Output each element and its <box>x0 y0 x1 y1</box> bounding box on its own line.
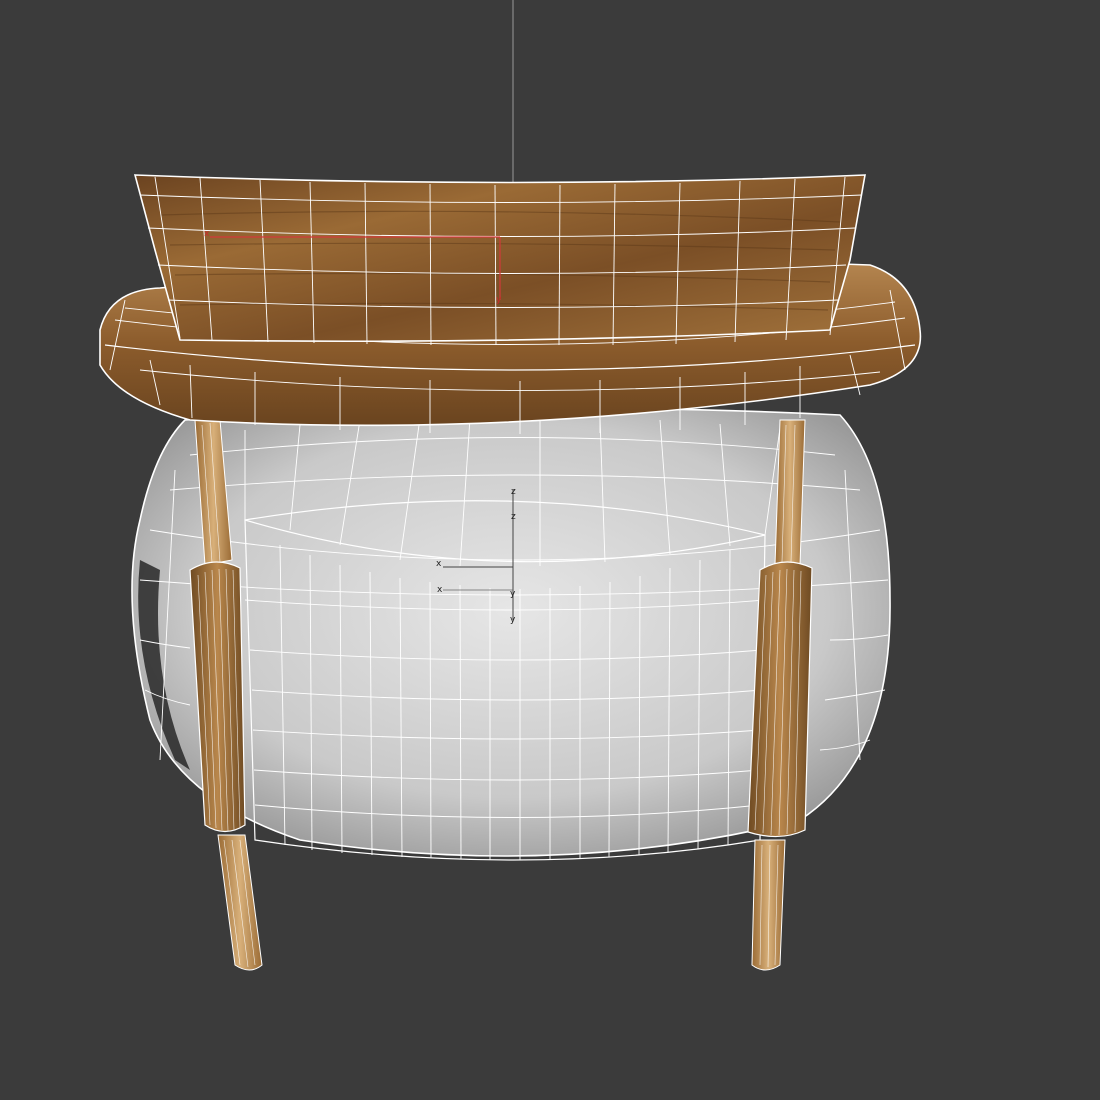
3d-viewport[interactable]: x y x x z z y y <box>0 0 1100 1100</box>
chair-wireframe-scene: x y x x z z y y <box>99 0 922 971</box>
gizmo-y-label: y <box>496 295 502 305</box>
gizmo-x-label: x <box>204 229 210 239</box>
gizmo-z-label-center: z <box>511 487 516 497</box>
gizmo-y-label-center: y <box>510 589 516 599</box>
gizmo-y2-label-center: y <box>510 615 516 625</box>
gizmo-x2-label-center: x <box>437 585 443 595</box>
gizmo-x-label-center: x <box>436 559 442 569</box>
gizmo-z2-label-center: z <box>511 512 516 522</box>
